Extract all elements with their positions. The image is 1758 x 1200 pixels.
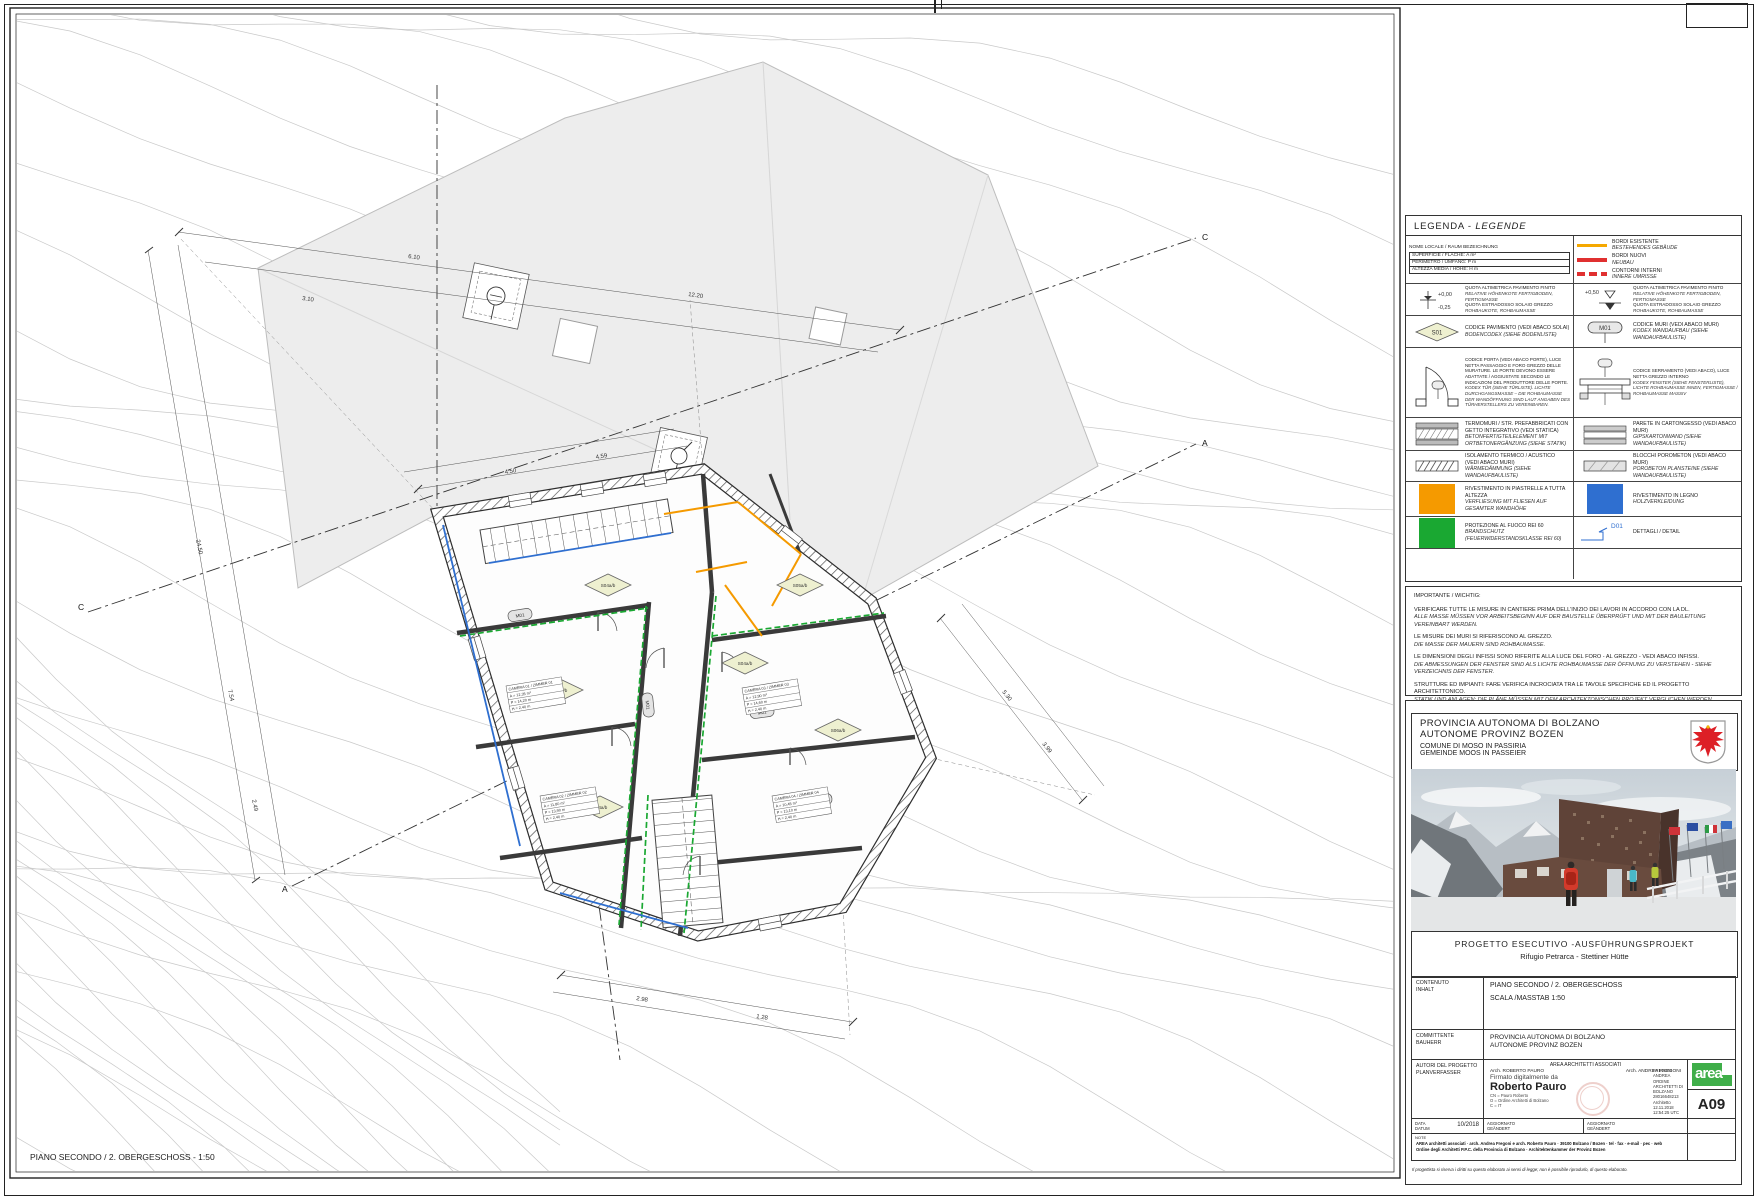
sheet-content: PIANO SECONDO / 2. OBERGESCHOSS [1484,977,1735,989]
svg-text:S04a/b: S04a/b [738,661,753,666]
province-name-de: AUTONOME PROVINZ BOZEN [1420,729,1600,740]
wood-line-icon [1587,484,1623,514]
legend-porometon: BLOCCHI POROMETON (VEDI ABACO MURI)POROB… [1574,451,1741,482]
legend-window: CODICE SERRAMENTO (VEDI ABACO), LUCE NET… [1574,348,1741,418]
dim-label: 2.98 [636,996,649,1004]
legend-prefab-wall: TERMOMURI / STR. PREFABBRICATI CON GETTO… [1406,418,1574,451]
drawing-sheet: C C A A [0,0,1758,1200]
svg-text:S05a/b: S05a/b [793,583,808,588]
svg-text:+0,50: +0,50 [1585,290,1599,296]
titleblock-table: CONTENUTOINHALT PIANO SECONDO / 2. OBERG… [1411,976,1736,1161]
gips-hatch-icon [1577,422,1633,446]
firm-name: AREA ARCHITETTI ASSOCIATI [1484,1060,1687,1068]
note-paragraph: VERIFICARE TUTTE LE MISURE IN CANTIERE P… [1414,607,1733,630]
digital-signature-2: FREGONIANDREAORDINE ARCHITETTI DIBOLZANO… [1653,1068,1683,1115]
legend-door: CODICE PORTA (VEDI ABACO PORTE), LUCE NE… [1406,348,1574,418]
note-paragraph: LE DIMENSIONI DEGLI INFISSI SONO RIFERIT… [1414,654,1733,677]
corner-box [1686,3,1748,28]
legend-gips-wall: PARETE IN CARTONGESSO (VEDI ABACO MURI)G… [1574,418,1741,451]
project-name: Rifugio Petrarca - Stettiner Hütte [1412,952,1737,961]
orange-line-swatch [1577,244,1607,247]
legend-box: LEGENDA - LEGENDE NOME LOCALE / RAUM BEZ… [1405,215,1742,582]
title-block: PROVINCIA AUTONOMA DI BOLZANO AUTONOME P… [1405,700,1742,1185]
door-symbol-icon [1409,355,1465,411]
legend-fire: PROTEZIONE AL FUOCO REI 60BRANDSCHUTZ (F… [1406,517,1574,549]
svg-text:+0,00: +0,00 [1438,292,1452,298]
digital-signature: Firmato digitalmente da Roberto Pauro CN… [1490,1074,1566,1108]
porometon-hatch-icon [1577,457,1633,475]
prefab-hatch-icon [1409,421,1465,447]
svg-text:D01: D01 [1611,523,1623,530]
tiles-line-icon [1419,484,1455,514]
client-name-de: AUTONOME PROVINZ BOZEN [1484,1041,1735,1049]
fine-print: Ordine degli Architetti P.P.C. della Pro… [1416,1147,1683,1153]
legend-quota-raw: +0,50 QUOTA ALTIMETRICA PAVIMENTO FINITO… [1574,284,1741,316]
titleblock-header: PROVINCIA AUTONOMA DI BOLZANO AUTONOME P… [1411,713,1738,771]
notes-box: IMPORTANTE / WICHTIG: VERIFICARE TUTTE L… [1405,586,1742,696]
fire-line-icon [1419,518,1455,548]
fine-print: AREA architetti associati · arch. Andrea… [1416,1141,1683,1147]
rooflight-detail [463,263,529,329]
client-name-it: PROVINCIA AUTONOMA DI BOLZANO [1484,1030,1735,1041]
dim-label: 7.54 [226,689,234,702]
svg-text:S04a/b: S04a/b [601,583,616,588]
copyright-line: Il progettista si riserva i diritti su q… [1412,1167,1732,1172]
svg-text:-0,25: -0,25 [1438,305,1451,311]
detail-mark-icon: D01 [1577,520,1633,546]
legend-wood: RIVESTIMENTO IN LEGNOHOLZVERKLEIDUNG [1574,482,1741,517]
svg-text:S06a/b: S06a/b [831,728,846,733]
sheet-number: A09 [1688,1090,1735,1113]
section-letter-a: A [1202,438,1208,448]
section-letter-c: C [78,602,84,612]
project-rendering [1411,769,1736,931]
level-triangle-icon: +0,50 [1577,287,1633,313]
legend-tiles: RIVESTIMENTO IN PIASTRELLE A TUTTA ALTEZ… [1406,482,1574,517]
plan-caption: PIANO SECONDO / 2. OBERGESCHOSS - 1:50 [30,1152,215,1162]
sheet-scale: SCALA /MASSTAB 1:50 [1484,989,1735,1002]
area-logo: area [1692,1063,1732,1086]
legend-floor-code: S01 CODICE PAVIMENTO (VEDI ABACO SOLAI)B… [1406,316,1574,348]
svg-text:M01: M01 [645,700,651,710]
diamond-code-icon: S01 [1409,321,1465,343]
coat-of-arms [1689,719,1727,765]
stair-bottom [652,795,723,928]
dim-label: 3.99 [1040,742,1052,755]
pill-code-icon: M01 [1577,320,1633,344]
legend-edges: BORDI ESISTENTEBESTEHENDES GEBÄUDE BORDI… [1574,236,1741,284]
sheet-date: 10/2018 [1457,1122,1479,1128]
legend-empty-cell [1574,549,1741,579]
province-name-it: PROVINCIA AUTONOMA DI BOLZANO [1420,718,1600,729]
svg-text:S01: S01 [1432,330,1443,336]
project-title-strip: PROGETTO ESECUTIVO -AUSFÜHRUNGSPROJEKT R… [1411,931,1738,978]
project-title: PROGETTO ESECUTIVO -AUSFÜHRUNGSPROJEKT [1412,939,1737,949]
legend-wall-code: M01 CODICE MURI (VEDI ABACO MURI)KODEX W… [1574,316,1741,348]
legend-title: LEGENDA - LEGENDE [1406,216,1741,236]
section-letter-a: A [282,884,288,894]
legend-detail: D01 DETTAGLI / DETAIL [1574,517,1741,549]
legend-empty-cell [1406,549,1574,579]
legend-grid: NOME LOCALE / RAUM BEZEICHNUNG SUPERFICI… [1406,236,1741,579]
note-paragraph: LE MISURE DEI MURI SI RIFERISCONO AL GRE… [1414,634,1733,649]
window-symbol-icon [1577,357,1633,409]
legend-insulation: ISOLAMENTO TERMICO / ACUSTICO (VEDI ABAC… [1406,451,1574,482]
red-line-swatch [1577,258,1607,262]
municipality-de: GEMEINDE MOOS IN PASSEIER [1420,750,1600,757]
dim-label: 1.28 [756,1014,769,1022]
dim-label: 2.49 [250,799,258,812]
svg-text:M01: M01 [1599,326,1611,332]
legend-room-symbol: NOME LOCALE / RAUM BEZEICHNUNG SUPERFICI… [1406,236,1574,284]
dim-label: 24.50 [194,539,203,556]
level-mark-icon: +0,00 -0,25 [1409,287,1465,313]
section-letter-c: C [1202,232,1208,242]
dim-label: 5.30 [1000,690,1012,703]
red-dashed-swatch [1577,272,1607,276]
notes-title: IMPORTANTE / WICHTIG: [1414,593,1733,601]
municipality-it: COMUNE DI MOSO IN PASSIRIA [1420,743,1600,750]
floor-plan-drawing: C C A A [0,0,1402,1185]
legend-quota-finished: +0,00 -0,25 QUOTA ALTIMETRICA PAVIMENTO … [1406,284,1574,316]
signature-name: Roberto Pauro [1490,1081,1566,1093]
insulation-hatch-icon [1409,457,1465,475]
